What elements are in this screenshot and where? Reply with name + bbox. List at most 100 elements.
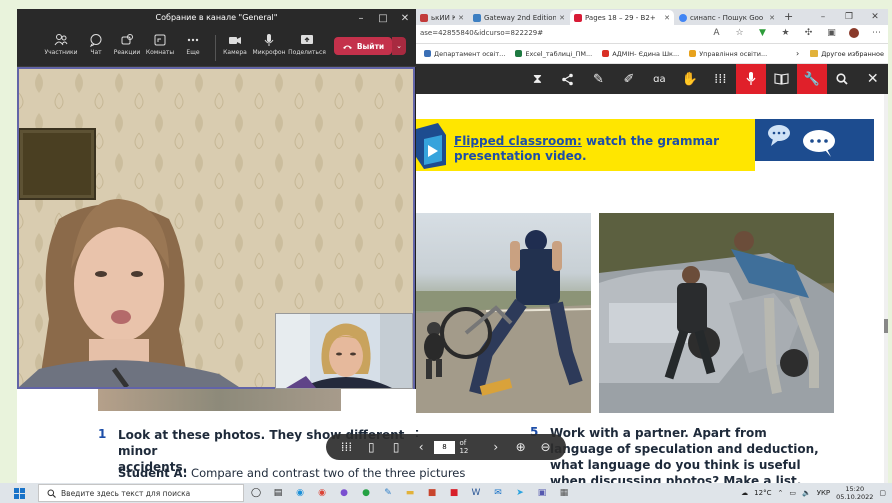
chat-label: Чат (90, 49, 102, 56)
bookmark-3[interactable]: АДМІН- Єдина Шк... (602, 50, 679, 58)
whatsapp-icon[interactable]: ● (358, 486, 374, 500)
highlighter-icon[interactable]: ✐ (614, 64, 644, 94)
leave-options-chevron-icon[interactable]: ⌄ (392, 37, 406, 55)
flipped-classroom-link[interactable]: Flipped classroom: (454, 134, 582, 148)
clock[interactable]: 15:20 05.10.2022 (836, 485, 873, 501)
reactions-button[interactable]: Реакции (109, 33, 145, 56)
tab-favicon (473, 13, 481, 22)
acrobat-icon[interactable]: ■ (446, 486, 462, 500)
paint-icon[interactable]: ✎ (380, 486, 396, 500)
notes-icon[interactable]: ▦ (556, 486, 572, 500)
hourglass-icon[interactable]: ⧗ (522, 64, 552, 94)
taskbar-search-input[interactable]: Введите здесь текст для поиска (38, 484, 244, 502)
camera-button[interactable]: Камера (217, 33, 253, 56)
page-number-input[interactable]: 8 (433, 440, 456, 454)
participants-button[interactable]: Участники (43, 33, 79, 56)
more-icon[interactable]: ⋯ (871, 27, 882, 38)
collections-icon[interactable]: ▣ (826, 27, 837, 38)
search-icon[interactable] (827, 64, 857, 94)
single-page-icon[interactable]: ▯ (359, 440, 384, 454)
previous-page-icon[interactable]: ‹ (409, 440, 434, 454)
viber-icon[interactable]: ● (336, 486, 352, 500)
zoom-in-icon[interactable]: ⊕ (508, 440, 533, 454)
wrench-icon[interactable]: 🔧 (796, 64, 828, 94)
weather-icon[interactable]: ☁ (741, 489, 748, 497)
weather-temperature[interactable]: 12°C (754, 489, 771, 497)
chrome-icon[interactable]: ◉ (314, 486, 330, 500)
browser-tab-3[interactable]: Pages 18 – 29 - B2+ ✕ (570, 10, 674, 25)
read-aloud-icon[interactable]: A (711, 27, 722, 38)
rooms-button[interactable]: Комнаты (142, 33, 178, 56)
close-icon[interactable]: ✕ (858, 64, 888, 94)
chevron-up-icon[interactable]: ⌃ (777, 489, 783, 497)
student-a-label: Student A: (118, 466, 188, 480)
minimize-icon[interactable]: – (350, 9, 372, 29)
text-size-icon[interactable]: ɑa (644, 64, 674, 94)
microphone-button[interactable]: Микрофон (251, 33, 287, 56)
self-view-video[interactable] (275, 313, 413, 389)
browser-tab-1[interactable]: ькИЙ К ✕ (416, 10, 468, 25)
minimize-icon[interactable]: – (810, 9, 836, 25)
telegram-icon[interactable]: ➤ (512, 486, 528, 500)
other-bookmarks[interactable]: › Другое избранное (796, 49, 884, 58)
teams-icon[interactable]: ▣ (534, 486, 550, 500)
exercise-5-line3: what language do you think is useful (550, 458, 801, 472)
banner-text: watch the grammar (581, 134, 719, 148)
file-explorer-icon[interactable]: ▬ (402, 486, 418, 500)
close-icon[interactable]: ✕ (769, 14, 775, 22)
start-button[interactable] (0, 483, 38, 503)
maximize-icon[interactable]: □ (372, 9, 394, 29)
close-icon[interactable]: ✕ (458, 14, 464, 22)
maximize-icon[interactable]: ❐ (836, 9, 862, 25)
powerpoint-icon[interactable]: ■ (424, 486, 440, 500)
grid-icon[interactable]: ⁞⁞⁞ (705, 64, 735, 94)
bookmark-1[interactable]: Департамент освіт... (424, 50, 505, 58)
microphone-icon[interactable] (735, 64, 767, 94)
share-icon[interactable] (553, 64, 583, 94)
close-window-icon[interactable]: ✕ (862, 9, 888, 25)
page-navigator: ⁞⁞⁞ ▯ ▯ ‹ 8 of 12 › ⊕ ⊖ (326, 434, 566, 460)
pencil-icon[interactable]: ✎ (583, 64, 613, 94)
close-icon[interactable]: ✕ (664, 14, 670, 22)
language-indicator[interactable]: УКР (817, 489, 830, 497)
rooms-label: Комнаты (145, 49, 175, 56)
profile-avatar[interactable] (849, 27, 859, 38)
widgets-icon[interactable]: ▤ (270, 486, 286, 500)
url-input[interactable]: ase=42855840&idcurso=822229# (420, 29, 543, 37)
notifications-icon[interactable]: ▢ (879, 489, 886, 497)
bookmark-2[interactable]: Excel_таблиці_ПМ... (515, 50, 592, 58)
edge-icon[interactable]: ◉ (292, 486, 308, 500)
browser-tab-2[interactable]: Gateway 2nd Edition ✕ (469, 10, 569, 25)
more-button[interactable]: Еще (175, 33, 211, 56)
network-icon[interactable]: ▭ (789, 489, 796, 497)
next-page-icon[interactable]: › (483, 440, 508, 454)
tab-favicon (420, 13, 428, 22)
flipped-classroom-text[interactable]: Flipped classroom: watch the grammar pre… (454, 134, 754, 164)
bookmarks-bar: Департамент освіт... Excel_таблиці_ПМ...… (416, 44, 888, 64)
close-window-icon[interactable]: ✕ (394, 9, 416, 29)
word-icon[interactable]: W (468, 486, 484, 500)
mail-icon[interactable]: ✉ (490, 486, 506, 500)
vertical-scrollbar[interactable] (884, 94, 888, 483)
student-a-text: Student A: Compare and contrast two of t… (118, 466, 465, 480)
grid-icon[interactable]: ⁞⁞⁞ (334, 440, 359, 454)
new-tab-icon[interactable]: + (784, 10, 793, 23)
hand-icon[interactable]: ✋ (675, 64, 705, 94)
puzzle-icon[interactable]: ✣ (803, 27, 814, 38)
favorite-star-icon[interactable]: ☆ (734, 27, 745, 38)
leave-button[interactable]: Выйти (334, 37, 392, 55)
favorites-icon[interactable]: ★ (780, 27, 791, 38)
scrollbar-thumb[interactable] (884, 319, 888, 333)
extension-icon[interactable]: ▼ (757, 27, 768, 38)
share-button[interactable]: Поделиться (288, 33, 326, 56)
volume-icon[interactable]: 🔈 (802, 489, 811, 497)
book-icon[interactable] (766, 64, 796, 94)
double-page-icon[interactable]: ▯ (384, 440, 409, 454)
zoom-out-icon[interactable]: ⊖ (533, 440, 558, 454)
browser-tab-4[interactable]: синапс - Пошук Goo ✕ (675, 10, 779, 25)
teams-window-controls: – □ ✕ (350, 9, 416, 29)
bookmark-4[interactable]: Управління освіти... (689, 50, 767, 58)
rooms-icon (154, 34, 166, 46)
close-icon[interactable]: ✕ (559, 14, 565, 22)
task-view-icon[interactable]: ◯ (248, 486, 264, 500)
